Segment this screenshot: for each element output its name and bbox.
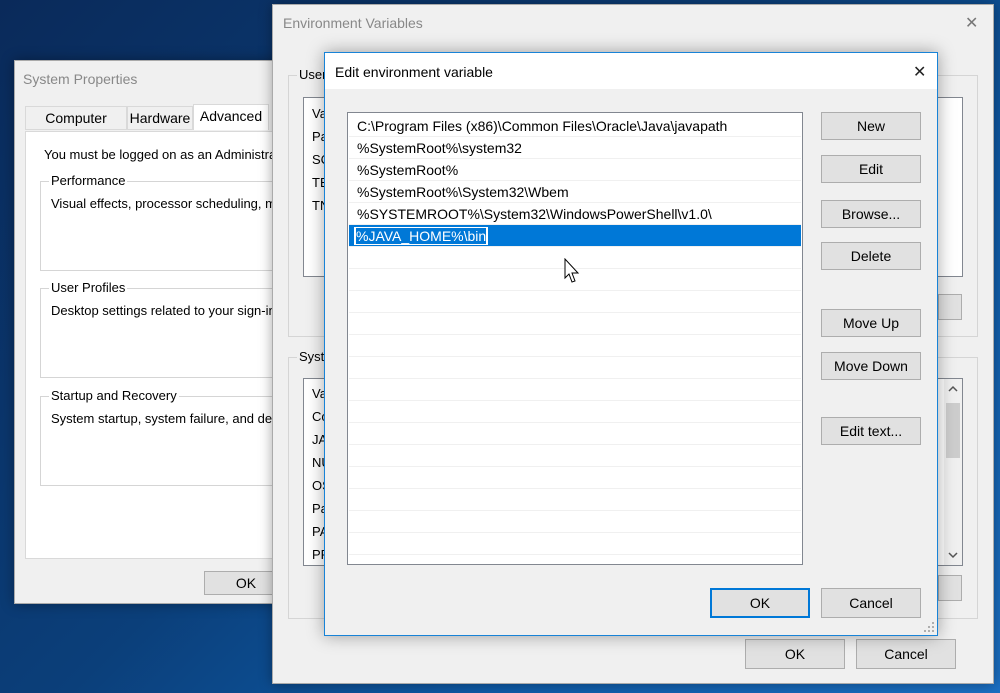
- scroll-down-icon[interactable]: [947, 549, 959, 561]
- system-variables-partial-button[interactable]: [938, 575, 962, 601]
- system-list-scrollbar[interactable]: [944, 379, 962, 565]
- env-ok-button[interactable]: OK: [745, 639, 845, 669]
- system-properties-window: System Properties Computer Name Hardware…: [14, 60, 305, 604]
- tab-hardware[interactable]: Hardware: [127, 106, 193, 130]
- resize-grip-icon[interactable]: [923, 621, 935, 633]
- move-down-button[interactable]: Move Down: [821, 352, 921, 380]
- empty-row[interactable]: [349, 423, 801, 445]
- list-item[interactable]: %SystemRoot%: [349, 159, 801, 181]
- startup-recovery-desc: System startup, system failure, and debu…: [51, 411, 294, 426]
- edit-env-variable-dialog: Edit environment variable ✕ C:\Program F…: [324, 52, 938, 636]
- close-icon[interactable]: ✕: [913, 62, 926, 82]
- tab-advanced[interactable]: Advanced: [193, 104, 269, 130]
- list-item[interactable]: C:\Program Files (x86)\Common Files\Orac…: [349, 115, 801, 137]
- scroll-up-icon[interactable]: [947, 383, 959, 395]
- system-properties-tabstrip: Computer Name Hardware Advanced: [25, 104, 305, 148]
- performance-group: Performance Visual effects, processor sc…: [40, 173, 305, 271]
- user-profiles-group: User Profiles Desktop settings related t…: [40, 280, 305, 378]
- move-up-button[interactable]: Move Up: [821, 309, 921, 337]
- environment-variables-title: Environment Variables: [283, 15, 423, 31]
- empty-row[interactable]: [349, 357, 801, 379]
- list-item[interactable]: %SYSTEMROOT%\System32\WindowsPowerShell\…: [349, 203, 801, 225]
- list-item[interactable]: %SystemRoot%\system32: [349, 137, 801, 159]
- empty-row[interactable]: [349, 467, 801, 489]
- delete-button[interactable]: Delete: [821, 242, 921, 270]
- performance-desc: Visual effects, processor scheduling, me…: [51, 196, 288, 211]
- empty-row[interactable]: [349, 291, 801, 313]
- admin-note: You must be logged on as an Administrato: [44, 147, 288, 162]
- close-icon[interactable]: ✕: [965, 13, 978, 33]
- edit-button[interactable]: Edit: [821, 155, 921, 183]
- user-profiles-desc: Desktop settings related to your sign-in: [51, 303, 276, 318]
- scroll-thumb[interactable]: [946, 403, 960, 458]
- edit-cancel-button[interactable]: Cancel: [821, 588, 921, 618]
- mouse-cursor-icon: [564, 257, 580, 284]
- new-button[interactable]: New: [821, 112, 921, 140]
- empty-row[interactable]: [349, 335, 801, 357]
- env-cancel-button[interactable]: Cancel: [856, 639, 956, 669]
- list-item[interactable]: %SystemRoot%\System32\Wbem: [349, 181, 801, 203]
- path-edit-field[interactable]: %JAVA_HOME%\bin: [353, 226, 490, 246]
- performance-label: Performance: [49, 173, 128, 188]
- edit-text-button[interactable]: Edit text...: [821, 417, 921, 445]
- empty-row[interactable]: [349, 533, 801, 555]
- empty-row[interactable]: [349, 379, 801, 401]
- empty-row[interactable]: [349, 401, 801, 423]
- browse-button[interactable]: Browse...: [821, 200, 921, 228]
- edit-ok-button[interactable]: OK: [710, 588, 810, 618]
- empty-row[interactable]: [349, 445, 801, 467]
- user-variables-partial-button[interactable]: [938, 294, 962, 320]
- path-list[interactable]: C:\Program Files (x86)\Common Files\Orac…: [347, 112, 803, 565]
- user-profiles-label: User Profiles: [49, 280, 128, 295]
- edit-dialog-title: Edit environment variable: [335, 64, 493, 80]
- startup-recovery-label: Startup and Recovery: [49, 388, 179, 403]
- tab-computer-name[interactable]: Computer Name: [25, 106, 127, 148]
- path-edit-value[interactable]: %JAVA_HOME%\bin: [356, 228, 487, 244]
- empty-row[interactable]: [349, 313, 801, 335]
- startup-recovery-group: Startup and Recovery System startup, sys…: [40, 388, 305, 486]
- empty-row[interactable]: [349, 511, 801, 533]
- list-item-editing[interactable]: %JAVA_HOME%\bin: [349, 225, 801, 247]
- empty-row[interactable]: [349, 489, 801, 511]
- system-properties-title: System Properties: [23, 71, 138, 87]
